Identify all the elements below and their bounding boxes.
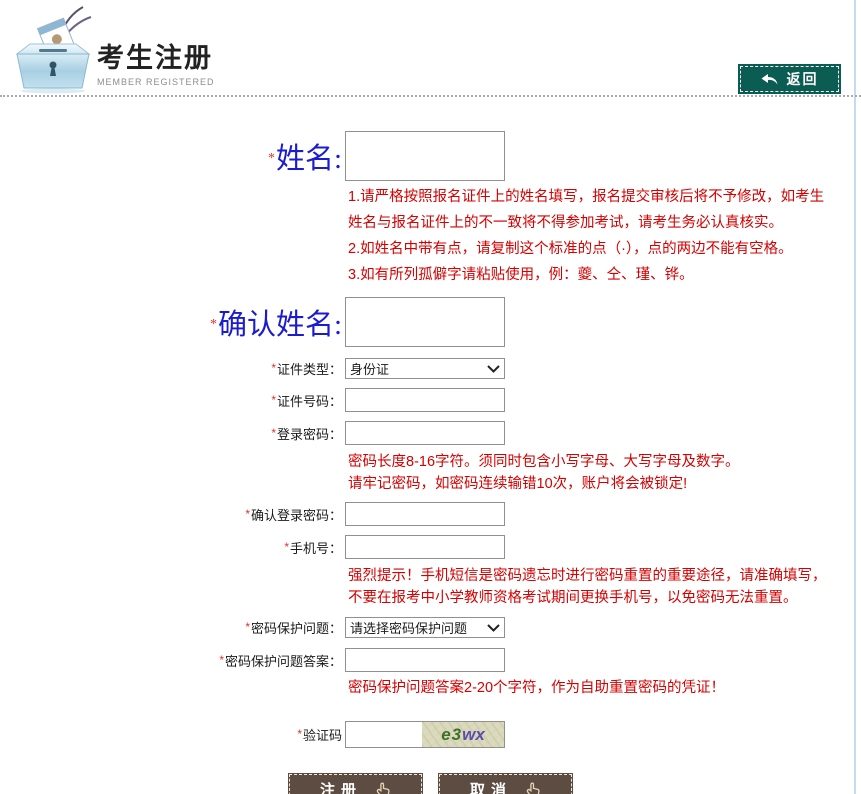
page-title-block: 考生注册 MEMBER REGISTERED [97, 36, 215, 87]
mobile-row: *手机号： [0, 535, 861, 559]
note-line: 2.如姓名中带有点，请复制这个标准的点（·），点的两边不能有空格。 [348, 236, 861, 262]
note-line: 密码长度8-16字符。须同时包含小写字母、大写字母及数字。 [348, 451, 861, 473]
password-row: *登录密码： [0, 421, 861, 445]
security-question-label: *密码保护问题： [0, 618, 345, 637]
back-button[interactable]: 返回 [740, 66, 839, 92]
note-line: 请牢记密码，如密码连续输错10次，账户将会被锁定! [348, 473, 861, 495]
security-question-selected-value: 请选择密码保护问题 [350, 618, 467, 637]
page-title: 考生注册 [97, 36, 215, 75]
security-answer-notes: 密码保护问题答案2-20个字符，作为自助重置密码的凭证！ [348, 677, 861, 699]
id-number-label: *证件号码： [0, 391, 345, 410]
note-line: 不要在报考中小学教师资格考试期间更换手机号，以免密码无法重置。 [348, 587, 861, 609]
page-subtitle: MEMBER REGISTERED [97, 77, 215, 87]
register-button-label: 注册 [320, 779, 362, 794]
required-asterisk: * [245, 507, 250, 521]
security-answer-row: *密码保护问题答案： [0, 648, 861, 672]
note-line: 姓名与报名证件上的不一致将不得参加考试，请考生务必认真核实。 [348, 210, 861, 236]
cancel-button[interactable]: 取消 [439, 774, 572, 794]
id-number-input[interactable] [345, 388, 505, 412]
name-row: *姓名: [0, 131, 861, 181]
cancel-button-label: 取消 [470, 779, 512, 794]
back-arrow-icon [761, 74, 778, 85]
security-question-row: *密码保护问题： 请选择密码保护问题 [0, 617, 861, 638]
hand-pointer-icon [376, 782, 391, 794]
required-asterisk: * [297, 727, 302, 741]
id-number-row: *证件号码： [0, 388, 861, 412]
security-question-select[interactable]: 请选择密码保护问题 [345, 617, 505, 638]
confirm-password-row: *确认登录密码： [0, 502, 861, 526]
page-header: 考生注册 MEMBER REGISTERED 返回 [0, 0, 861, 97]
confirm-password-input[interactable] [345, 502, 505, 526]
name-label: *姓名: [0, 135, 345, 177]
note-line: 3.如有所列孤僻字请粘贴使用，例：夔、仝、瑾、铧。 [348, 262, 861, 288]
required-asterisk: * [268, 151, 275, 166]
required-asterisk: * [284, 540, 289, 554]
note-line: 强烈提示！手机短信是密码遗忘时进行密码重置的重要途径，请准确填写， [348, 565, 861, 587]
chevron-down-icon [487, 365, 500, 373]
security-answer-input[interactable] [345, 648, 505, 672]
captcha-field: e3wx [345, 721, 505, 748]
id-type-row: *证件类型： 身份证 [0, 358, 861, 379]
note-line: 密码保护问题答案2-20个字符，作为自助重置密码的凭证！ [348, 677, 861, 699]
registration-page: 考生注册 MEMBER REGISTERED 返回 *姓名: 1.请严格按照报名… [0, 0, 861, 794]
captcha-text-green: e3 [441, 725, 462, 745]
id-type-label: *证件类型： [0, 359, 345, 378]
password-label: *登录密码： [0, 424, 345, 443]
form-actions: 注册 取消 [0, 774, 861, 794]
confirm-name-row: *确认姓名: [0, 297, 861, 347]
required-asterisk: * [245, 620, 250, 634]
back-button-label: 返回 [787, 69, 819, 89]
captcha-image[interactable]: e3wx [422, 722, 504, 747]
note-line: 1.请严格按照报名证件上的姓名填写，报名提交审核后将不予修改，如考生 [348, 184, 861, 210]
chevron-down-icon [487, 624, 500, 632]
id-type-select[interactable]: 身份证 [345, 358, 505, 379]
captcha-input[interactable] [346, 722, 422, 747]
password-notes: 密码长度8-16字符。须同时包含小写字母、大写字母及数字。 请牢记密码，如密码连… [348, 451, 861, 495]
registration-form: *姓名: 1.请严格按照报名证件上的姓名填写，报名提交审核后将不予修改，如考生 … [0, 97, 861, 794]
hand-pointer-icon [526, 782, 541, 794]
captcha-row: *验证码 e3wx [0, 721, 861, 748]
mobile-input[interactable] [345, 535, 505, 559]
id-type-selected-value: 身份证 [350, 359, 389, 378]
security-answer-label: *密码保护问题答案： [0, 651, 345, 670]
ballot-box-logo-icon [10, 4, 96, 97]
password-input[interactable] [345, 421, 505, 445]
captcha-label: *验证码 [0, 725, 345, 744]
confirm-password-label: *确认登录密码： [0, 505, 345, 524]
mobile-notes: 强烈提示！手机短信是密码遗忘时进行密码重置的重要途径，请准确填写， 不要在报考中… [348, 565, 861, 609]
name-notes: 1.请严格按照报名证件上的姓名填写，报名提交审核后将不予修改，如考生 姓名与报名… [348, 184, 861, 288]
captcha-text-purple: wx [462, 725, 485, 745]
name-input[interactable] [345, 131, 505, 181]
page-right-border [854, 0, 856, 794]
required-asterisk: * [271, 361, 276, 375]
confirm-name-input[interactable] [345, 297, 505, 347]
mobile-label: *手机号： [0, 538, 345, 557]
required-asterisk: * [210, 317, 217, 332]
confirm-name-label: *确认姓名: [0, 301, 345, 343]
required-asterisk: * [271, 393, 276, 407]
required-asterisk: * [219, 653, 224, 667]
register-button[interactable]: 注册 [289, 774, 422, 794]
required-asterisk: * [271, 426, 276, 440]
